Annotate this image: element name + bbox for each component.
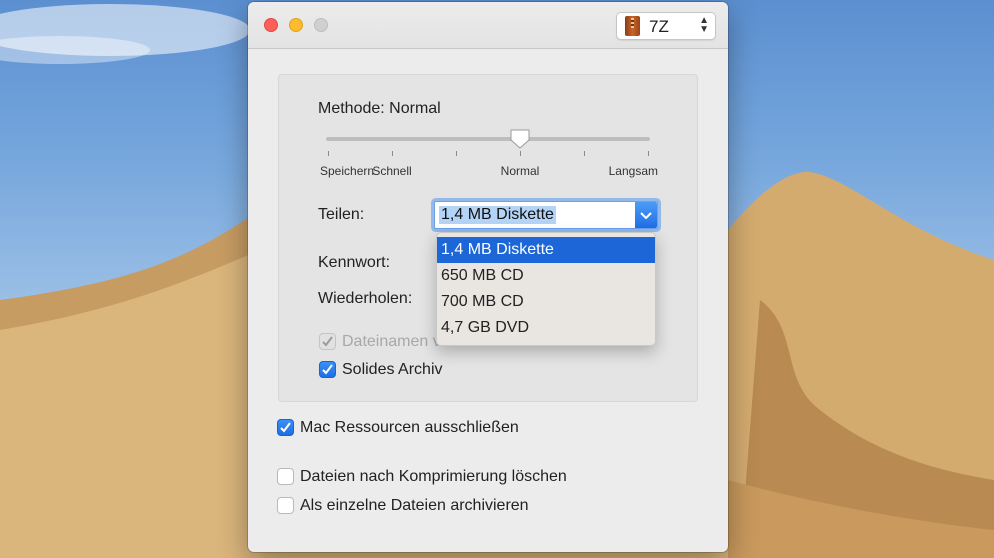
updown-arrows-icon: ▲ ▼ <box>699 15 709 35</box>
delete-after-compress-checkbox[interactable] <box>277 468 294 485</box>
method-slider-track[interactable] <box>326 137 650 141</box>
split-option[interactable]: 4,7 GB DVD <box>437 315 655 341</box>
slider-tick <box>648 151 649 156</box>
delete-after-compress-label: Dateien nach Komprimierung löschen <box>300 468 567 485</box>
archive-settings-window: 7Z ▲ ▼ Methode: Normal Speichern Schnell No… <box>248 2 728 552</box>
split-dropdown-list: 1,4 MB Diskette 650 MB CD 700 MB CD 4,7 … <box>436 232 656 346</box>
method-slider-thumb[interactable] <box>509 128 531 150</box>
solid-archive-label: Solides Archiv <box>342 361 443 378</box>
repeat-label: Wiederholen: <box>318 290 413 307</box>
slider-tick <box>520 151 521 156</box>
slider-tick <box>392 151 393 156</box>
split-combobox[interactable]: 1,4 MB Diskette <box>434 201 658 229</box>
method-label: Methode: Normal <box>318 100 441 117</box>
chevron-down-icon[interactable] <box>635 202 657 228</box>
archive-separately-checkbox[interactable] <box>277 497 294 514</box>
slider-tick-label: Normal <box>500 164 540 178</box>
encrypt-names-checkbox[interactable] <box>319 333 336 350</box>
titlebar: 7Z ▲ ▼ <box>248 2 728 49</box>
split-label: Teilen: <box>318 206 365 223</box>
exclude-mac-resources-checkbox[interactable] <box>277 419 294 436</box>
split-option[interactable]: 700 MB CD <box>437 289 655 315</box>
format-select-value: 7Z <box>649 17 669 36</box>
close-button[interactable] <box>264 18 278 32</box>
slider-tick-label: Schnell <box>372 164 412 178</box>
split-combobox-value[interactable]: 1,4 MB Diskette <box>439 206 556 224</box>
archive-separately-label: Als einzelne Dateien archivieren <box>300 497 529 514</box>
slider-tick <box>456 151 457 156</box>
minimize-button[interactable] <box>289 18 303 32</box>
split-option[interactable]: 1,4 MB Diskette <box>437 237 655 263</box>
archive-icon <box>625 16 640 36</box>
slider-tick <box>584 151 585 156</box>
slider-tick-label: Speichern <box>320 164 375 178</box>
zoom-button[interactable] <box>314 18 328 32</box>
split-option[interactable]: 650 MB CD <box>437 263 655 289</box>
solid-archive-checkbox[interactable] <box>319 361 336 378</box>
format-select[interactable]: 7Z ▲ ▼ <box>616 12 716 40</box>
slider-tick-label: Langsam <box>608 164 658 178</box>
slider-tick <box>328 151 329 156</box>
password-label: Kennwort: <box>318 254 391 271</box>
exclude-mac-resources-label: Mac Ressourcen ausschließen <box>300 419 519 436</box>
